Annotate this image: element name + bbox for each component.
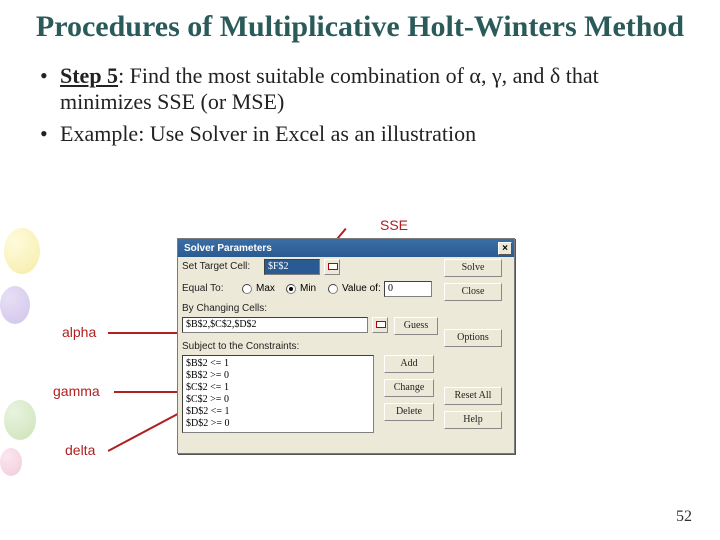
radio-value-label: Value of: (342, 283, 381, 294)
radio-max[interactable]: Max (242, 283, 275, 294)
close-button[interactable]: × (498, 242, 512, 255)
constraints-label: Subject to the Constraints: (182, 341, 299, 352)
step-text: : Find the most suitable combination of … (60, 63, 599, 114)
page-number: 52 (676, 508, 692, 526)
bullet-step5: Step 5: Find the most suitable combinati… (40, 63, 680, 115)
radio-max-label: Max (256, 283, 275, 294)
annotation-delta: delta (65, 442, 95, 458)
bullet-example: Example: Use Solver in Excel as an illus… (40, 121, 680, 147)
list-item[interactable]: $B$2 <= 1 (186, 358, 370, 370)
target-cell-label: Set Target Cell: (182, 261, 250, 272)
reset-all-button[interactable]: Reset All (444, 387, 502, 405)
decoration-balloon (4, 400, 36, 440)
equal-to-label: Equal To: (182, 283, 224, 294)
slide-title: Procedures of Multiplicative Holt-Winter… (0, 0, 720, 51)
target-cell-input[interactable]: $F$2 (264, 259, 320, 275)
list-item[interactable]: $D$2 >= 0 (186, 418, 370, 430)
list-item[interactable]: $C$2 <= 1 (186, 382, 370, 394)
close-dialog-button[interactable]: Close (444, 283, 502, 301)
refedit-icon[interactable] (324, 259, 340, 275)
list-item[interactable]: $D$2 <= 1 (186, 406, 370, 418)
radio-min-label: Min (300, 283, 316, 294)
value-of-input[interactable]: 0 (384, 281, 432, 297)
dialog-titlebar[interactable]: Solver Parameters × (178, 239, 514, 257)
radio-value-of[interactable]: Value of: (328, 283, 381, 294)
changing-cells-label: By Changing Cells: (182, 303, 267, 314)
refedit-icon[interactable] (372, 317, 388, 333)
dialog-title: Solver Parameters (184, 243, 272, 254)
annotation-gamma: gamma (53, 383, 100, 399)
radio-min[interactable]: Min (286, 283, 316, 294)
changing-cells-input[interactable]: $B$2,$C$2,$D$2 (182, 317, 368, 333)
decoration-balloon (0, 286, 30, 324)
annotation-sse: SSE (380, 217, 408, 233)
decoration-balloon (4, 228, 40, 274)
change-button[interactable]: Change (384, 379, 434, 397)
help-button[interactable]: Help (444, 411, 502, 429)
constraints-listbox[interactable]: $B$2 <= 1 $B$2 >= 0 $C$2 <= 1 $C$2 >= 0 … (182, 355, 374, 433)
solver-dialog: Solver Parameters × Set Target Cell: $F$… (177, 238, 515, 454)
list-item[interactable]: $B$2 >= 0 (186, 370, 370, 382)
guess-button[interactable]: Guess (394, 317, 438, 335)
options-button[interactable]: Options (444, 329, 502, 347)
delete-button[interactable]: Delete (384, 403, 434, 421)
step-label: Step 5 (60, 63, 118, 88)
list-item[interactable]: $C$2 >= 0 (186, 394, 370, 406)
add-button[interactable]: Add (384, 355, 434, 373)
annotation-alpha: alpha (62, 324, 96, 340)
solve-button[interactable]: Solve (444, 259, 502, 277)
decoration-balloon (0, 448, 22, 476)
